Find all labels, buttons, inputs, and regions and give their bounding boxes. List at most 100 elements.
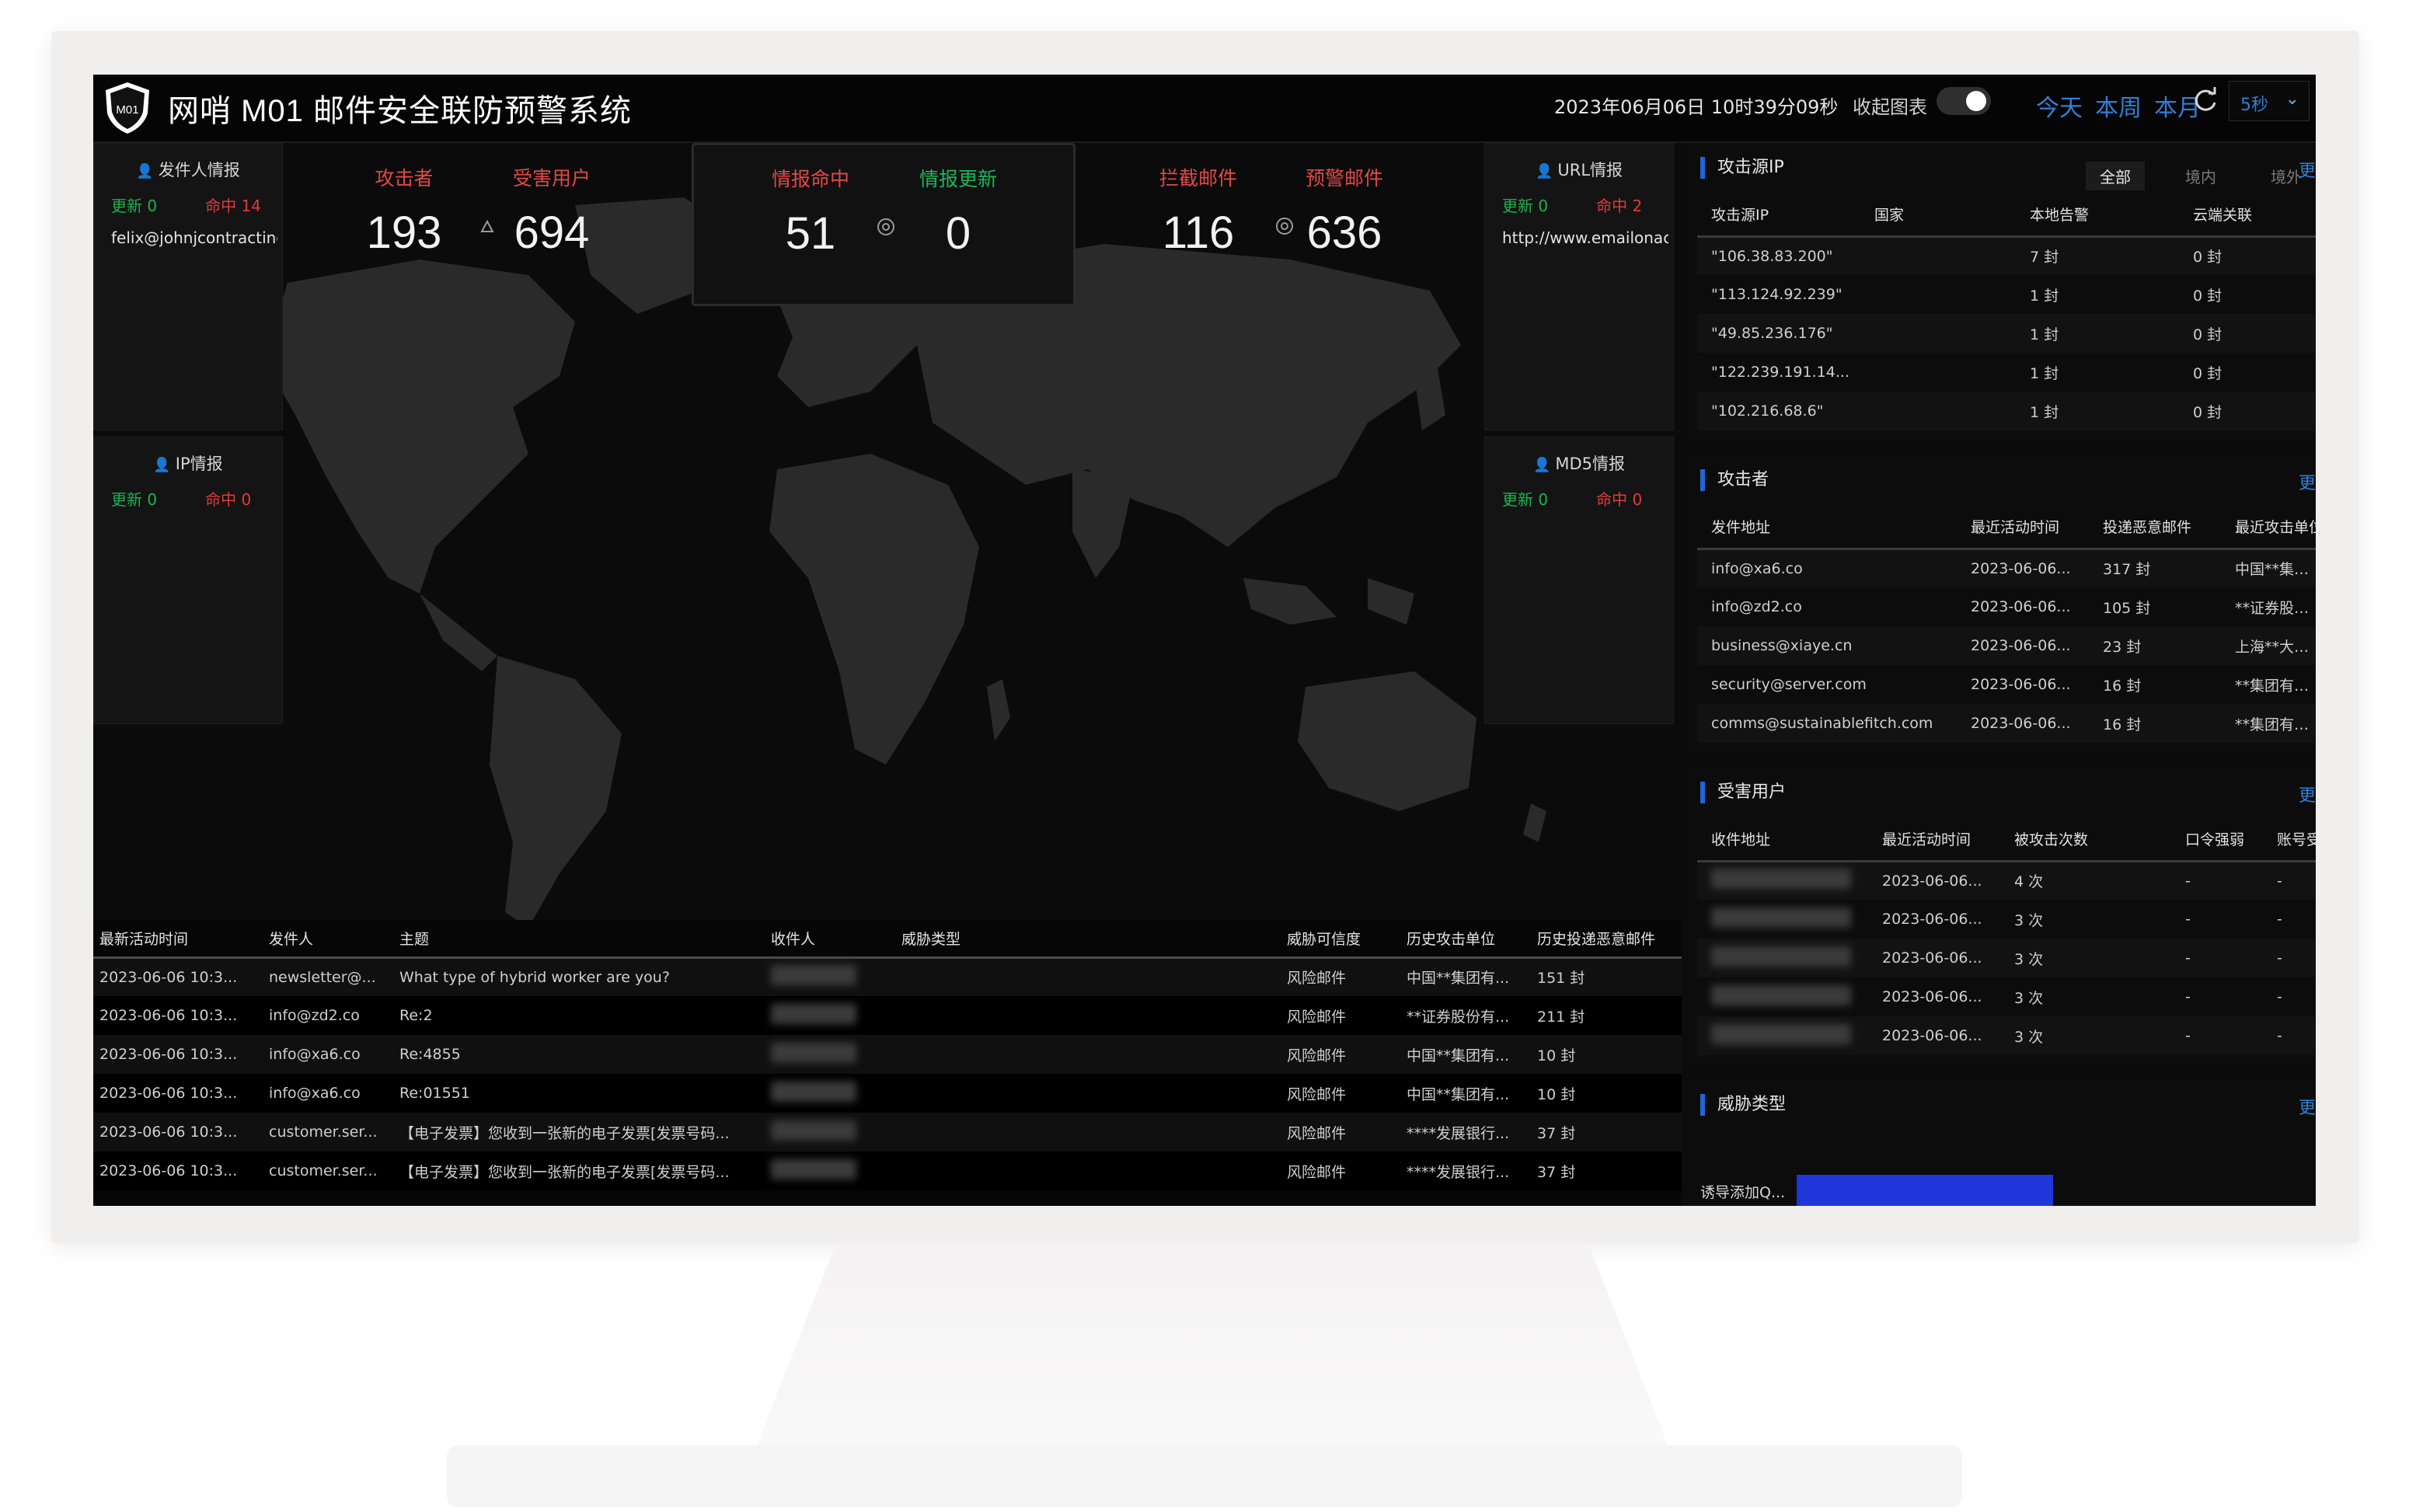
- col-header[interactable]: 口令强弱: [2171, 817, 2263, 862]
- col-header[interactable]: 主题: [393, 920, 765, 959]
- cell-threat-type: [895, 957, 1281, 996]
- table-row[interactable]: "49.85.236.176" 1 封0 封: [1697, 314, 2316, 353]
- cell-time: 2023-06-06...: [1957, 549, 2089, 587]
- source-ip-table: 攻击源IP 国家 本地告警 云端关联 "106.38.83.200" 7 封0 封…: [1697, 193, 2316, 430]
- refresh-interval-select[interactable]: 5秒 ⌄: [2229, 81, 2310, 121]
- stat-label: 受害用户: [512, 167, 591, 190]
- col-header[interactable]: 账号受控: [2263, 817, 2316, 862]
- more-link[interactable]: 更: [2299, 1094, 2316, 1119]
- table-row[interactable]: "113.124.92.239" 1 封 0 封: [1697, 275, 2316, 314]
- tab-all[interactable]: 全部: [2086, 162, 2145, 190]
- col-header[interactable]: 投递恶意邮件: [2089, 505, 2221, 550]
- col-header[interactable]: 最近攻击单位: [2221, 505, 2316, 550]
- stat-attackers[interactable]: 攻击者 193: [326, 163, 482, 259]
- cell-time: 2023-06-06 10:3...: [93, 1035, 263, 1074]
- events-table: 最新活动时间 发件人 主题 收件人 威胁类型 威胁可信度 历史攻击单位 历史投递…: [93, 920, 1682, 1190]
- tab-today[interactable]: 今天: [2036, 89, 2083, 123]
- cell-country: [1860, 392, 2016, 430]
- col-header[interactable]: 最近活动时间: [1868, 817, 2000, 862]
- collapse-charts-label: 收起图表: [1853, 96, 1927, 118]
- more-link[interactable]: 更: [2299, 782, 2316, 807]
- user-icon: 👤: [153, 457, 171, 473]
- col-header[interactable]: 攻击源IP: [1697, 193, 1860, 238]
- attackers-panel: 攻击者 更 发件地址 最近活动时间 投递恶意邮件 最近攻击单位 info@xa6…: [1682, 455, 2316, 754]
- card-title: URL情报: [1557, 161, 1623, 179]
- table-row[interactable]: 2023-06-06... 3 次--: [1697, 977, 2316, 1016]
- col-header[interactable]: 历史投递恶意邮件: [1531, 920, 1682, 959]
- col-header[interactable]: 收件人: [765, 920, 895, 959]
- dashboard-screen: M01 网哨 M01 邮件安全联防预警系统 2023年06月06日 10时39分…: [93, 75, 2316, 1206]
- stat-victims[interactable]: 受害用户 694: [474, 163, 629, 259]
- col-header[interactable]: 云端关联: [2179, 193, 2316, 238]
- cell-ip: "113.124.92.239": [1711, 286, 1842, 303]
- collapse-charts-toggle[interactable]: [1937, 87, 1991, 115]
- sender-value[interactable]: felix@johnjcontracting: [111, 228, 277, 247]
- stat-warning-mail[interactable]: 预警邮件 636: [1267, 163, 1422, 259]
- cell-count: 105 封: [2103, 599, 2151, 617]
- col-header[interactable]: 收件地址: [1697, 817, 1868, 862]
- cell-threat-type: [895, 1035, 1281, 1074]
- table-row[interactable]: 2023-06-06 10:3... customer.ser... 【电子发票】您…: [93, 1113, 1682, 1151]
- tab-this-week[interactable]: 本周: [2095, 89, 2142, 123]
- redacted-block: [771, 1042, 856, 1063]
- cell-time: 2023-06-06 10:3...: [93, 1151, 263, 1190]
- update-count: 更新 0: [1502, 197, 1549, 215]
- stat-blocked-mail[interactable]: 拦截邮件 116: [1121, 163, 1276, 259]
- cell-org: **集团有限公...: [2221, 704, 2316, 743]
- col-header[interactable]: 国家: [1860, 193, 2016, 238]
- table-row[interactable]: 2023-06-06 10:3... newsletter@... What typ…: [93, 957, 1682, 996]
- hit-count: 命中 0: [205, 490, 252, 509]
- table-row[interactable]: info@zd2.co 2023-06-06... 105 封 **证券股份有...: [1697, 587, 2316, 626]
- table-row[interactable]: 2023-06-06... 4 次--: [1697, 861, 2316, 900]
- attack-stats-group: 攻击者 193 受害用户 694: [303, 143, 668, 306]
- table-row[interactable]: 2023-06-06... 3 次--: [1697, 1016, 2316, 1055]
- cell-time: 2023-06-06...: [1868, 861, 2000, 900]
- user-icon: 👤: [1535, 163, 1553, 179]
- table-row[interactable]: 2023-06-06... 3 次--: [1697, 900, 2316, 939]
- table-row[interactable]: "106.38.83.200" 7 封0 封: [1697, 236, 2316, 275]
- cell-password-strength: -: [2171, 1016, 2263, 1055]
- table-row[interactable]: comms@sustainablefitch.com 2023-06-06... 1…: [1697, 704, 2316, 743]
- table-row[interactable]: business@xiaye.cn 2023-06-06... 23 封上海**大学…: [1697, 626, 2316, 665]
- table-row[interactable]: info@xa6.co2023-06-06...317 封中国**集团有...: [1697, 549, 2316, 587]
- stat-intel-update[interactable]: 情报更新 0: [880, 164, 1036, 260]
- refresh-icon[interactable]: [2191, 85, 2219, 113]
- update-count: 更新 0: [1502, 490, 1549, 509]
- threat-bar[interactable]: [1797, 1175, 2053, 1206]
- col-header[interactable]: 威胁可信度: [1281, 920, 1400, 959]
- cell-address: business@xiaye.cn: [1697, 626, 1957, 665]
- cell-history-org: 中国**集团有...: [1400, 1035, 1531, 1074]
- col-header[interactable]: 最近活动时间: [1957, 505, 2089, 550]
- cell-sender: newsletter@...: [263, 957, 393, 996]
- col-header[interactable]: 历史攻击单位: [1400, 920, 1531, 959]
- monitor-base: [447, 1445, 1962, 1507]
- col-header[interactable]: 被攻击次数: [2000, 817, 2171, 862]
- col-header[interactable]: 发件人: [263, 920, 393, 959]
- table-row[interactable]: 2023-06-06 10:3... customer.ser... 【电子发票】您…: [93, 1151, 1682, 1190]
- tab-domestic[interactable]: 境内: [2171, 162, 2230, 190]
- redacted-block: [1711, 869, 1851, 890]
- col-header[interactable]: 发件地址: [1697, 505, 1957, 550]
- redacted-block: [771, 1081, 856, 1102]
- cell-address: security@server.com: [1711, 676, 1867, 693]
- cell-org: 上海**大学，...: [2221, 626, 2316, 665]
- table-row[interactable]: 2023-06-06 10:3... info@xa6.co Re:4855 风险邮件…: [93, 1035, 1682, 1074]
- url-value[interactable]: http://www.emailonaco: [1502, 228, 1668, 247]
- stat-value: 116: [1162, 207, 1235, 258]
- more-link[interactable]: 更: [2299, 469, 2316, 494]
- table-row[interactable]: 2023-06-06 10:3... info@xa6.co Re:01551 风险邮…: [93, 1074, 1682, 1113]
- col-header[interactable]: 本地告警: [2016, 193, 2179, 238]
- cell-password-strength: -: [2171, 939, 2263, 977]
- panel-title: 受害用户: [1700, 782, 1786, 803]
- col-header[interactable]: 威胁类型: [895, 920, 1281, 959]
- table-row[interactable]: security@server.com 2023-06-06... 16 封 **集团…: [1697, 665, 2316, 704]
- col-header[interactable]: 最新活动时间: [93, 920, 263, 959]
- stat-intel-hit[interactable]: 情报命中 51: [733, 164, 888, 260]
- table-row[interactable]: 2023-06-06 10:3... info@zd2.co Re:2 风险邮件 **证…: [93, 996, 1682, 1035]
- table-row[interactable]: 2023-06-06... 3 次--: [1697, 939, 2316, 977]
- more-link[interactable]: 更: [2299, 157, 2316, 182]
- table-row[interactable]: "102.216.68.6" 1 封0 封: [1697, 392, 2316, 430]
- cell-country: [1860, 314, 2016, 353]
- cell-subject: Re:01551: [393, 1074, 765, 1113]
- table-row[interactable]: "122.239.191.14... 1 封 0 封: [1697, 353, 2316, 392]
